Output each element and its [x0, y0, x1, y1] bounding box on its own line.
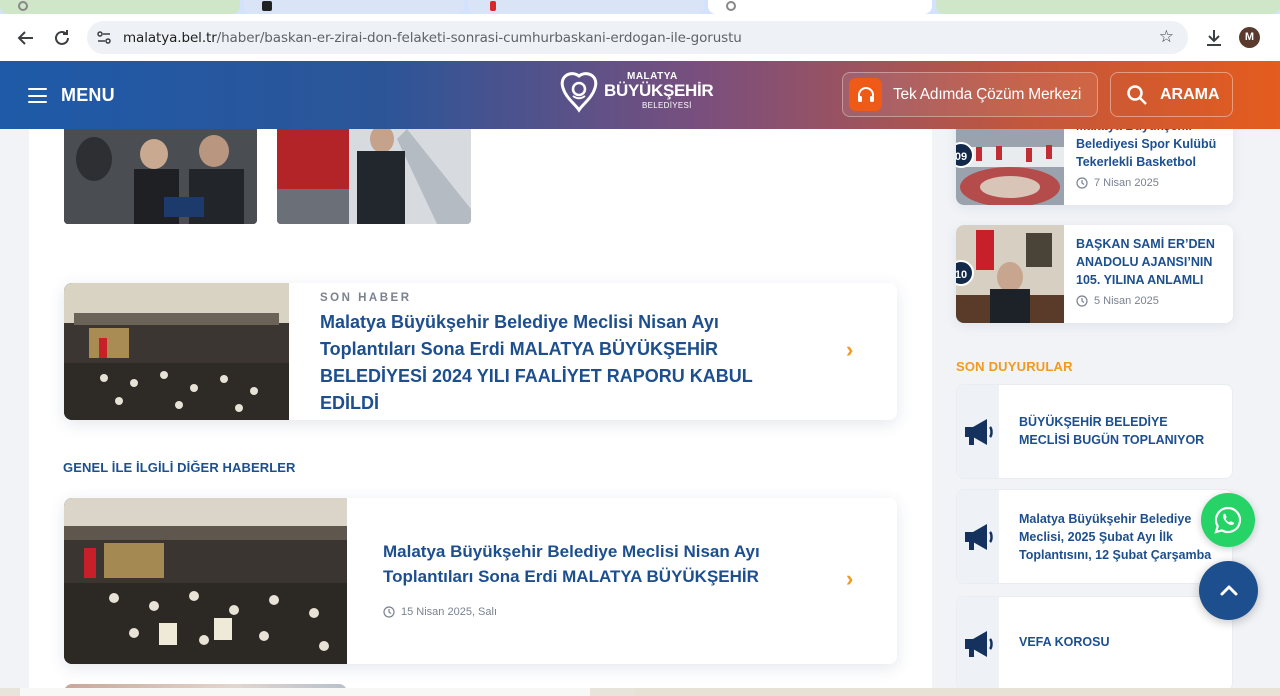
megaphone-icon [957, 385, 999, 478]
popular-news-date-text: 5 Nisan 2025 [1094, 295, 1159, 307]
related-news-heading: GENEL İLE İLGİLİ DİĞER HABERLER [63, 460, 296, 475]
related-news-date: 15 Nisan 2025, Salı [383, 606, 497, 618]
browser-tab[interactable] [936, 0, 1280, 14]
tab-favicon [262, 1, 272, 11]
announcement-item[interactable]: VEFA KOROSU [956, 596, 1233, 691]
tab-favicon [18, 1, 28, 11]
announcement-title[interactable]: BÜYÜKŞEHİR BELEDİYE MECLİSİ BUGÜN TOPLAN… [1019, 413, 1219, 449]
site-info-icon[interactable] [95, 29, 113, 47]
download-icon[interactable] [1202, 26, 1226, 50]
scroll-to-top-button[interactable] [1199, 561, 1258, 620]
related-news-date-text: 15 Nisan 2025, Salı [401, 606, 498, 618]
search-icon [1127, 84, 1147, 105]
browser-tab-active[interactable] [708, 0, 932, 14]
url-text: malatya.bel.tr/haber/baskan-er-zirai-don… [123, 30, 742, 46]
site-header: MENU MALATYA BÜYÜKŞEHİR BELEDİYESİ Tek A… [0, 61, 1280, 129]
hamburger-icon [28, 88, 47, 103]
star-icon[interactable]: ☆ [1159, 27, 1174, 47]
chevron-up-icon [1220, 585, 1237, 595]
logo-text-line2: BÜYÜKŞEHİR [604, 81, 714, 100]
popular-news-item[interactable]: 10 BAŞKAN SAMİ ER’DEN ANADOLU AJANSI’NIN… [956, 225, 1233, 323]
browser-toolbar: malatya.bel.tr/haber/baskan-er-zirai-don… [0, 14, 1280, 61]
profile-avatar[interactable]: M [1239, 27, 1260, 48]
reload-icon[interactable] [50, 26, 74, 50]
os-taskbar [0, 688, 1280, 696]
latest-news-title[interactable]: Malatya Büyükşehir Belediye Meclisi Nisa… [320, 309, 760, 417]
url-path: /haber/baskan-er-zirai-don-felaketi-sonr… [216, 30, 742, 46]
menu-label: MENU [61, 85, 115, 105]
announcement-title[interactable]: VEFA KOROSU [1019, 633, 1219, 651]
chevron-right-icon[interactable]: › [846, 566, 853, 592]
menu-button[interactable]: MENU [28, 85, 115, 106]
tab-favicon [726, 1, 736, 11]
related-news-image [64, 498, 347, 664]
clock-icon [383, 606, 395, 618]
latest-news-card[interactable]: SON HABER Malatya Büyükşehir Belediye Me… [64, 283, 897, 420]
related-news-card[interactable]: Malatya Büyükşehir Belediye Meclisi Nisa… [64, 498, 897, 664]
latest-news-image [64, 283, 289, 420]
taskbar-segment [20, 688, 590, 696]
back-arrow-icon[interactable] [14, 26, 38, 50]
popular-news-date: 5 Nisan 2025 [1076, 295, 1159, 307]
popular-news-date: 7 Nisan 2025 [1076, 177, 1159, 189]
solution-center-button[interactable]: Tek Adımda Çözüm Merkezi [842, 72, 1098, 117]
gallery-photo[interactable] [277, 129, 471, 224]
logo-text-line3: BELEDİYESİ [642, 101, 692, 110]
browser-tab[interactable] [244, 0, 464, 14]
search-button[interactable]: ARAMA [1110, 72, 1233, 117]
browser-tab[interactable] [468, 0, 704, 14]
announcement-item[interactable]: BÜYÜKŞEHİR BELEDİYE MECLİSİ BUGÜN TOPLAN… [956, 384, 1233, 479]
gallery-photo[interactable] [64, 129, 257, 224]
whatsapp-button[interactable] [1201, 493, 1255, 547]
latest-news-kicker: SON HABER [320, 292, 412, 304]
tab-favicon [490, 1, 496, 11]
headset-icon [849, 78, 882, 111]
announcement-title[interactable]: Malatya Büyükşehir Belediye Meclisi, 202… [1019, 510, 1219, 564]
clock-icon [1076, 295, 1088, 307]
popular-news-date-text: 7 Nisan 2025 [1094, 177, 1159, 189]
search-label: ARAMA [1160, 85, 1220, 103]
popular-news-title[interactable]: BAŞKAN SAMİ ER’DEN ANADOLU AJANSI’NIN 10… [1076, 235, 1226, 289]
browser-tab[interactable] [0, 0, 240, 14]
whatsapp-icon [1214, 506, 1242, 534]
address-bar[interactable]: malatya.bel.tr/haber/baskan-er-zirai-don… [87, 21, 1188, 54]
taskbar-segment [635, 688, 1280, 696]
main-content: SON HABER Malatya Büyükşehir Belediye Me… [29, 129, 932, 696]
clock-icon [1076, 177, 1088, 189]
url-host: malatya.bel.tr [123, 30, 217, 46]
site-logo[interactable]: MALATYA BÜYÜKŞEHİR BELEDİYESİ [557, 70, 714, 116]
solution-center-label: Tek Adımda Çözüm Merkezi [893, 85, 1082, 103]
browser-tab-strip [0, 0, 1280, 14]
announcements-heading: SON DUYURULAR [956, 359, 1073, 374]
logo-emblem-icon [560, 72, 598, 113]
related-news-title[interactable]: Malatya Büyükşehir Belediye Meclisi Nisa… [383, 539, 773, 589]
megaphone-icon [957, 597, 999, 690]
megaphone-icon [957, 490, 999, 583]
announcement-item[interactable]: Malatya Büyükşehir Belediye Meclisi, 202… [956, 489, 1233, 584]
chevron-right-icon[interactable]: › [846, 337, 853, 363]
